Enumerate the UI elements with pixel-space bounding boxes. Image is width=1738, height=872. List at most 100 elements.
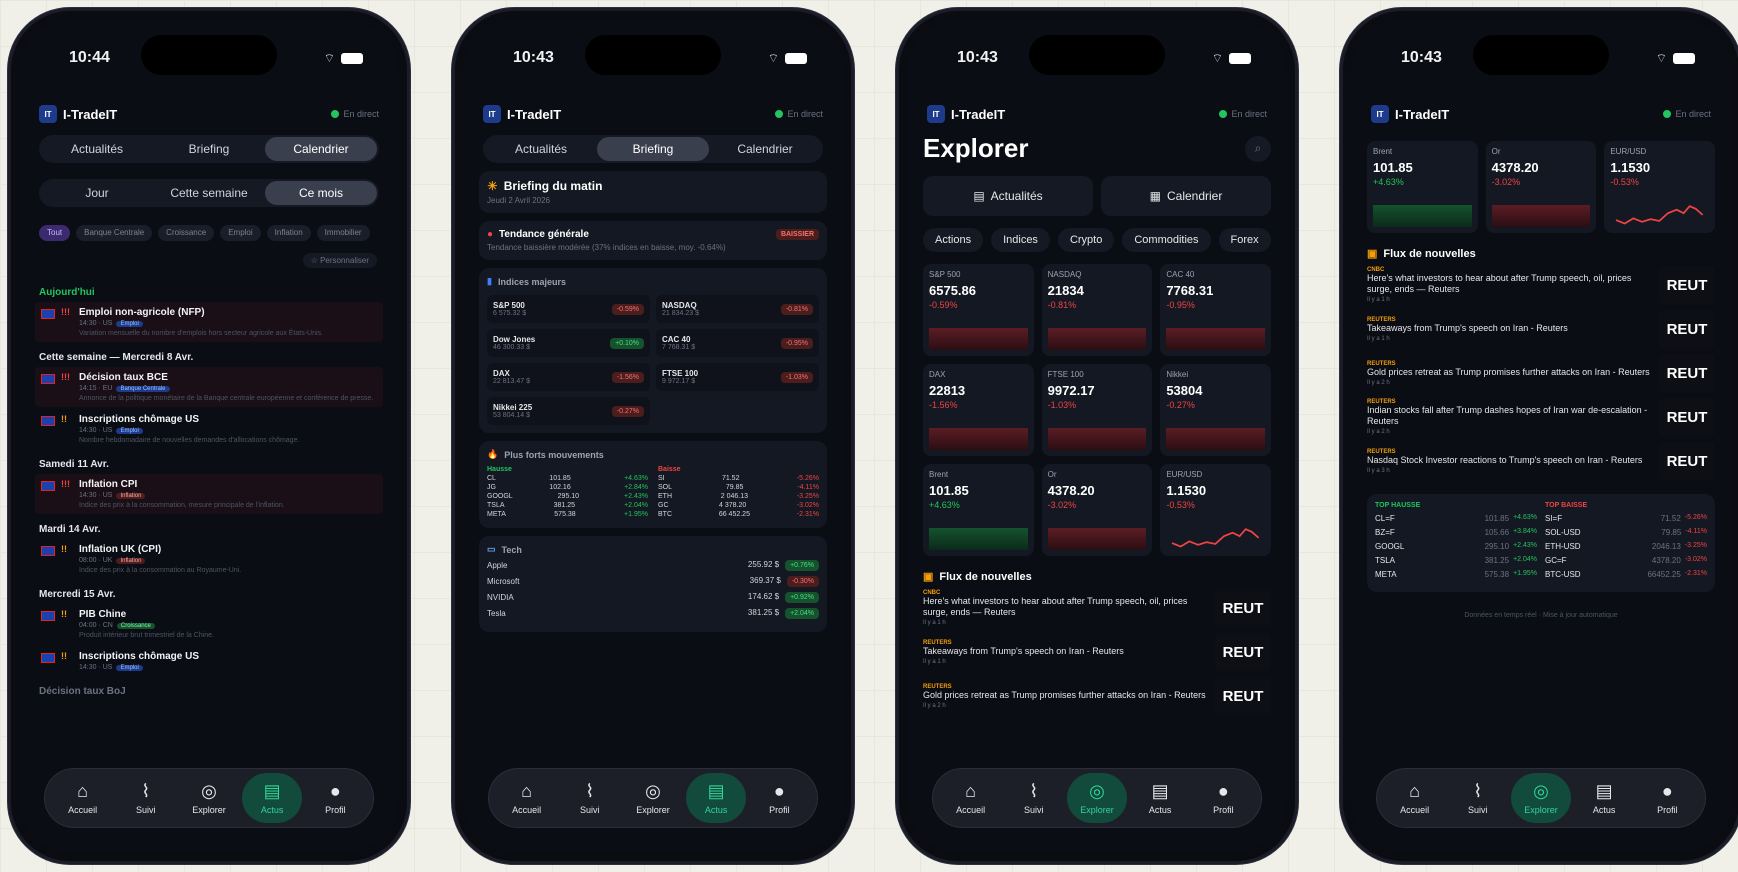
top-mover-row[interactable]: META 575.38 +1.95% (1375, 570, 1537, 579)
market-tile[interactable]: Nikkei 53804 -0.27% (1160, 364, 1271, 456)
segment-calendrier[interactable]: Calendrier (265, 137, 377, 161)
tab-accueil[interactable]: ⌂ Accueil (53, 773, 113, 823)
news-item[interactable]: CNBC Here's what investors to hear about … (923, 589, 1271, 627)
pill-commodities[interactable]: Commodities (1122, 228, 1211, 252)
mover-row[interactable]: SOL 79.85 -4.11% (658, 484, 819, 491)
chip-croissance[interactable]: Croissance (158, 225, 215, 241)
period-mois[interactable]: Ce mois (265, 181, 377, 205)
tab-suivi[interactable]: ⌇ Suivi (1004, 773, 1064, 823)
tech-row[interactable]: Apple 255.92 $ +0.76% (487, 560, 819, 571)
tech-row[interactable]: Tesla 381.25 $ +2.04% (487, 608, 819, 619)
news-item[interactable]: REUTERS Nasdaq Stock Investor reactions t… (1367, 442, 1715, 480)
market-tile[interactable]: DAX 22813 -1.56% (923, 364, 1034, 456)
tech-row[interactable]: NVIDIA 174.62 $ +0.92% (487, 592, 819, 603)
market-tile[interactable]: Brent 101.85 +4.63% (923, 464, 1034, 556)
calendar-event[interactable]: !! Inflation UK (CPI) 08:00 · UK Inflation I… (35, 539, 383, 579)
calendrier-button[interactable]: ▦ Calendrier (1101, 176, 1271, 216)
period-jour[interactable]: Jour (41, 181, 153, 205)
market-tile[interactable]: Or 4378.20 -3.02% (1485, 141, 1597, 233)
chip-immobilier[interactable]: Immobilier (316, 225, 370, 241)
tab-profil[interactable]: ● Profil (749, 773, 809, 823)
tab-suivi[interactable]: ⌇ Suivi (1448, 773, 1508, 823)
news-item[interactable]: CNBC Here's what investors to hear about … (1367, 266, 1715, 304)
customize-button[interactable]: ☆ Personnaliser (302, 253, 377, 268)
chip-tout[interactable]: Tout (39, 225, 71, 241)
news-item[interactable]: REUTERS Takeaways from Trump's speech on … (923, 633, 1271, 671)
mover-row[interactable]: SI 71.52 -5.26% (658, 475, 819, 482)
segment-actualites[interactable]: Actualités (485, 137, 597, 161)
mover-row[interactable]: JG 102.16 +2.84% (487, 484, 648, 491)
mover-row[interactable]: GOOGL 295.10 +2.43% (487, 493, 648, 500)
segment-actualites[interactable]: Actualités (41, 137, 153, 161)
top-mover-row[interactable]: BZ=F 105.66 +3.84% (1375, 528, 1537, 537)
tab-explorer[interactable]: ◎ Explorer (1066, 773, 1127, 823)
chip-emploi[interactable]: Emploi (220, 225, 261, 241)
top-mover-row[interactable]: BTC-USD 66452.25 -2.31% (1545, 570, 1707, 579)
pill-indices[interactable]: Indices (991, 228, 1050, 252)
calendar-event[interactable]: !! PIB Chine 04:00 · CN Croissance Produit i… (35, 604, 383, 644)
news-item[interactable]: REUTERS Takeaways from Trump's speech on … (1367, 310, 1715, 348)
top-mover-row[interactable]: SOL-USD 79.85 -4.11% (1545, 528, 1707, 537)
market-tile[interactable]: EUR/USD 1.1530 -0.53% (1160, 464, 1271, 556)
tab-explorer[interactable]: ◎ Explorer (623, 773, 683, 823)
top-mover-row[interactable]: ETH-USD 2046.13 -3.25% (1545, 542, 1707, 551)
mover-row[interactable]: META 575.38 +1.95% (487, 511, 648, 518)
search-icon[interactable]: ⌕ (1245, 135, 1271, 162)
top-mover-row[interactable]: CL=F 101.85 +4.63% (1375, 514, 1537, 523)
tab-accueil[interactable]: ⌂ Accueil (1385, 773, 1445, 823)
market-tile[interactable]: CAC 40 7768.31 -0.95% (1160, 264, 1271, 356)
mover-row[interactable]: CL 101.85 +4.63% (487, 475, 648, 482)
news-item[interactable]: REUTERS Gold prices retreat as Trump prom… (1367, 354, 1715, 392)
index-item[interactable]: FTSE 100 9 972.17 $ -1.03% (656, 363, 819, 391)
index-item[interactable]: Nikkei 225 53 804.14 $ -0.27% (487, 397, 650, 425)
period-semaine[interactable]: Cette semaine (153, 181, 265, 205)
calendar-event[interactable]: !!! Emploi non-agricole (NFP) 14:30 · US Em… (35, 302, 383, 342)
calendar-event[interactable]: !! Inscriptions chômage US 14:30 · US Emplo… (35, 646, 383, 676)
segment-briefing[interactable]: Briefing (153, 137, 265, 161)
tab-actus[interactable]: ▤ Actus (1574, 773, 1634, 823)
pill-crypto[interactable]: Crypto (1057, 228, 1115, 252)
mover-row[interactable]: BTC 66 452.25 -2.31% (658, 511, 819, 518)
index-item[interactable]: DAX 22 813.47 $ -1.56% (487, 363, 650, 391)
top-mover-row[interactable]: GC=F 4378.20 -3.02% (1545, 556, 1707, 565)
segment-calendrier[interactable]: Calendrier (709, 137, 821, 161)
news-item[interactable]: REUTERS Indian stocks fall after Trump da… (1367, 398, 1715, 436)
tab-accueil[interactable]: ⌂ Accueil (941, 773, 1001, 823)
pill-actions[interactable]: Actions (923, 228, 984, 252)
segment-briefing[interactable]: Briefing (597, 137, 709, 161)
top-mover-row[interactable]: SI=F 71.52 -5.26% (1545, 514, 1707, 523)
tab-explorer[interactable]: ◎ Explorer (1510, 773, 1571, 823)
tab-profil[interactable]: ● Profil (1193, 773, 1253, 823)
tab-profil[interactable]: ● Profil (305, 773, 365, 823)
top-mover-row[interactable]: GOOGL 295.10 +2.43% (1375, 542, 1537, 551)
tab-suivi[interactable]: ⌇ Suivi (116, 773, 176, 823)
index-item[interactable]: S&P 500 6 575.32 $ -0.59% (487, 295, 650, 323)
mover-row[interactable]: ETH 2 046.13 -3.25% (658, 493, 819, 500)
mover-row[interactable]: GC 4 378.20 -3.02% (658, 502, 819, 509)
tab-suivi[interactable]: ⌇ Suivi (560, 773, 620, 823)
actualites-button[interactable]: ▤ Actualités (923, 176, 1093, 216)
index-item[interactable]: Dow Jones 46 300.33 $ +0.10% (487, 329, 650, 357)
pill-forex[interactable]: Forex (1218, 228, 1271, 252)
calendar-event[interactable]: !! Inscriptions chômage US 14:30 · US Emplo… (35, 409, 383, 449)
tab-accueil[interactable]: ⌂ Accueil (497, 773, 557, 823)
calendar-event[interactable]: !!! Inflation CPI 14:30 · US Inflation Indic… (35, 474, 383, 514)
market-tile[interactable]: Or 4378.20 -3.02% (1041, 464, 1153, 556)
market-tile[interactable]: NASDAQ 21834 -0.81% (1041, 264, 1153, 356)
index-item[interactable]: CAC 40 7 768.31 $ -0.95% (656, 329, 819, 357)
tab-actus[interactable]: ▤ Actus (686, 773, 747, 823)
tab-profil[interactable]: ● Profil (1637, 773, 1697, 823)
chip-banque[interactable]: Banque Centrale (76, 225, 153, 241)
top-mover-row[interactable]: TSLA 381.25 +2.04% (1375, 556, 1537, 565)
tech-row[interactable]: Microsoft 369.37 $ -0.30% (487, 576, 819, 587)
market-tile[interactable]: Brent 101.85 +4.63% (1367, 141, 1478, 233)
market-tile[interactable]: EUR/USD 1.1530 -0.53% (1604, 141, 1715, 233)
calendar-event[interactable]: !!! Décision taux BCE 14:15 · EU Banque Cen… (35, 367, 383, 407)
tab-actus[interactable]: ▤ Actus (1130, 773, 1190, 823)
chip-inflation[interactable]: Inflation (266, 225, 311, 241)
market-tile[interactable]: FTSE 100 9972.17 -1.03% (1041, 364, 1153, 456)
tab-explorer[interactable]: ◎ Explorer (179, 773, 239, 823)
tab-actus[interactable]: ▤ Actus (242, 773, 303, 823)
news-item[interactable]: REUTERS Gold prices retreat as Trump prom… (923, 677, 1271, 715)
market-tile[interactable]: S&P 500 6575.86 -0.59% (923, 264, 1034, 356)
